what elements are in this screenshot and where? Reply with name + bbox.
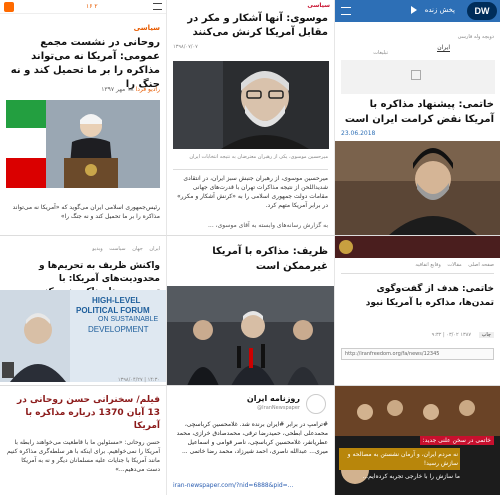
url-field[interactable]: http://iranfreedom.org/fa/news/12345 [341, 348, 494, 360]
article-meta: رادیو فردا ۱۸ مهر ۱۳۹۷ [6, 86, 160, 93]
article-headline[interactable]: ظریف: مذاکره با آمریکا غیرممکن است [173, 244, 328, 274]
article-body: حسن روحانی: «مسئولین ما با قاطعیت می‌خوا… [6, 439, 160, 473]
tab-item[interactable]: وقایع اتفاقیه [415, 262, 440, 268]
dw-logo[interactable]: DW [467, 2, 497, 20]
article-source[interactable]: رادیو فردا [136, 86, 160, 93]
tab-item[interactable]: جهان [132, 246, 143, 252]
article-meta: چاپ ۱۳۸۷ ۰۳/۰۲ | ۹:۳۲ [341, 332, 494, 338]
section-label[interactable]: سیاسی [134, 24, 160, 32]
tweet-link[interactable]: iran-newspaper.com/?nid=6888&pid=... [173, 482, 293, 489]
zarif-press-photo [167, 286, 334, 385]
panel-dw-khatami: DW پخش زنده دویچه وله فارسی ایران تبلیغا… [334, 0, 500, 235]
article-date: ۱۸ مهر ۱۳۹۷ [101, 86, 134, 93]
tab-item[interactable]: صفحه اصلی [468, 262, 494, 268]
avatar[interactable] [306, 394, 326, 414]
article-date: ۱۳۸۷ ۰۳/۰۲ | ۹:۳۲ [431, 332, 472, 338]
menu-icon[interactable] [341, 7, 351, 15]
article-lead: رئیس‌جمهوری اسلامی ایران می‌گوید که «آمر… [12, 204, 160, 220]
article-headline[interactable]: موسوی: آنها آشکار و مکر در مقابل آمریکا … [173, 12, 328, 40]
quote-label: خاتمی در سخن علنی جدید: [419, 436, 494, 445]
top-bar-info: ۱۶ ۲ [86, 3, 98, 10]
section-label[interactable]: سیاسی [307, 2, 330, 9]
panel-radiofarda-rouhani: ۱۶ ۲ سیاسی روحانی در نشست مجمع عمومی: آم… [0, 0, 166, 235]
url-text: http://iranfreedom.org/fa/news/12345 [345, 351, 440, 357]
divider [173, 169, 328, 170]
tweet-body: #ترامپ در برابر #ایران برنده شد. غلامحسی… [176, 421, 328, 455]
radiofarda-logo-icon[interactable] [4, 2, 14, 12]
play-icon[interactable] [411, 6, 417, 14]
account-handle[interactable]: @IranNewspaper [257, 405, 300, 411]
article-date: ۱۳۹۸/۰۷/۰۷ [173, 44, 198, 50]
tab-item[interactable]: مقالات [447, 262, 461, 268]
article-body: میرحسین موسوی، از رهبران جنبش سبز ایران،… [177, 175, 328, 209]
ad-placeholder [341, 60, 495, 94]
forum-banner-4: DEVELOPMENT [88, 325, 149, 334]
ads-label: تبلیغات [373, 50, 388, 56]
site-banner [335, 236, 500, 258]
tab-iran[interactable]: ایران [437, 44, 450, 52]
quote-text-2: ما سازش را با خارجی تجربه کرده‌ایم... [362, 473, 460, 480]
nav-tabs: صفحه اصلی مقالات وقایع اتفاقیه [415, 262, 494, 268]
tab-item[interactable]: سیاست [109, 246, 125, 252]
article-headline[interactable]: روحانی در نشست مجمع عمومی: آمریکا نه می‌… [6, 36, 160, 92]
print-button[interactable]: چاپ [478, 332, 494, 338]
forum-banner-1: HIGH-LEVEL [92, 296, 141, 305]
khatami-photo [335, 141, 500, 235]
zarif-forum-photo: HIGH-LEVEL POLITICAL FORUM ON SUSTAINABL… [0, 290, 166, 382]
panel-zarif-sanctions: ایران جهان سیاست ویدیو واکنش ظریف به تحر… [0, 235, 166, 385]
tab-item[interactable]: ویدیو [92, 246, 102, 252]
forum-banner-3: ON SUSTAINABLE [98, 316, 159, 323]
rouhani-photo [6, 100, 160, 188]
breadcrumb[interactable]: دویچه وله فارسی [458, 34, 494, 40]
dw-header-bar: DW پخش زنده [335, 0, 500, 22]
live-stream-link[interactable]: پخش زنده [425, 6, 455, 14]
article-headline[interactable]: خاتمی: پیشنهاد مذاکره با آمریکا نقض کرام… [341, 97, 494, 127]
article-headline[interactable]: فیلم/ سخنرانی حسن روحانی در 13 آبان 1370… [6, 394, 160, 433]
panel-zarif-impossible: ظریف: مذاکره با آمریکا غیرممکن است [166, 235, 334, 385]
panel-khatami-dialogue: صفحه اصلی مقالات وقایع اتفاقیه خاتمی: هد… [334, 235, 500, 385]
nav-tabs: ایران جهان سیاست ویدیو [92, 246, 160, 252]
panel-khatami-quote: خاتمی در سخن علنی جدید: نه مردم ایران، و… [334, 385, 500, 495]
app-top-bar: ۱۶ ۲ [0, 0, 166, 14]
site-logo[interactable] [339, 240, 353, 254]
mousavi-photo [173, 61, 329, 149]
account-name[interactable]: روزنامه ایران [247, 394, 300, 403]
article-meta: ۱۴:۳۰ | ۱۳۹۸/۰۴/۲۷ [117, 377, 160, 383]
forum-banner-2: POLITICAL FORUM [76, 306, 150, 315]
article-headline[interactable]: خاتمی: هدف از گفت‌وگوی تمدن‌ها، مذاکره ب… [341, 282, 494, 310]
quote-text: نه مردم ایران، و آرمان نشستن به مصالحه و… [339, 448, 460, 470]
divider [341, 273, 494, 274]
panel-mousavi: سیاسی موسوی: آنها آشکار و مکر در مقابل آ… [166, 0, 334, 235]
menu-icon[interactable] [153, 3, 162, 10]
article-date: 23.06.2018 [341, 130, 376, 137]
photo-caption: میرحسین موسوی، یکی از رهبران معترضان به … [189, 154, 328, 160]
ad-icon [411, 70, 421, 80]
panel-iran-newspaper-tweet: روزنامه ایران @IranNewspaper #ترامپ در ب… [166, 385, 334, 495]
article-more: به گزارش رسانه‌های وابسته به آقای موسوی،… [208, 222, 328, 229]
panel-rouhani-film: فیلم/ سخنرانی حسن روحانی در 13 آبان 1370… [0, 385, 166, 495]
tab-item[interactable]: ایران [149, 246, 160, 252]
